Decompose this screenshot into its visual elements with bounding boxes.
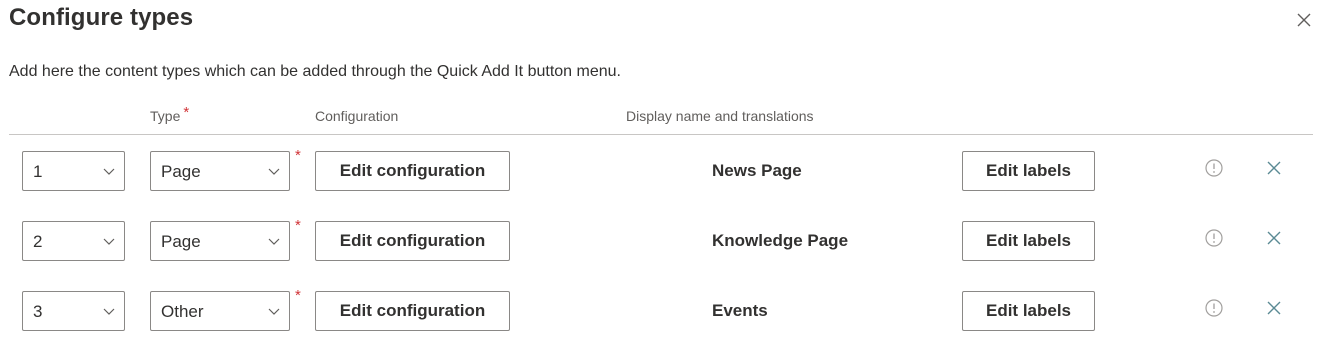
dialog-title: Configure types xyxy=(9,4,194,31)
delete-x-icon[interactable] xyxy=(1265,159,1283,177)
required-asterisk: * xyxy=(295,217,301,234)
chevron-down-icon xyxy=(103,238,115,245)
info-icon[interactable] xyxy=(1204,228,1224,248)
type-value: Other xyxy=(161,302,204,321)
chevron-down-icon xyxy=(268,308,280,315)
required-asterisk: * xyxy=(295,147,301,164)
order-dropdown[interactable]: 2 xyxy=(22,221,125,261)
info-icon[interactable] xyxy=(1204,298,1224,318)
column-header-display-name: Display name and translations xyxy=(626,108,814,124)
column-header-type: Type * xyxy=(150,104,189,125)
type-row: 3 Other * Edit configuration Events Edit… xyxy=(0,287,1321,331)
order-dropdown[interactable]: 3 xyxy=(22,291,125,331)
type-row: 1 Page * Edit configuration News Page Ed… xyxy=(0,147,1321,191)
edit-configuration-button[interactable]: Edit configuration xyxy=(315,221,510,261)
required-asterisk: * xyxy=(183,104,190,121)
chevron-down-icon xyxy=(268,238,280,245)
display-name: Events xyxy=(712,301,768,320)
close-icon[interactable] xyxy=(1294,10,1314,30)
display-name: Knowledge Page xyxy=(712,231,849,250)
info-icon[interactable] xyxy=(1204,158,1224,178)
display-name: News Page xyxy=(712,161,802,180)
chevron-down-icon xyxy=(103,308,115,315)
chevron-down-icon xyxy=(268,168,280,175)
edit-labels-button[interactable]: Edit labels xyxy=(962,151,1095,191)
order-dropdown[interactable]: 1 xyxy=(22,151,125,191)
type-dropdown[interactable]: Page xyxy=(150,151,290,191)
order-value: 2 xyxy=(33,232,43,251)
type-row: 2 Page * Edit configuration Knowledge Pa… xyxy=(0,217,1321,261)
type-header-label: Type xyxy=(150,108,181,124)
type-value: Page xyxy=(161,232,201,251)
order-value: 3 xyxy=(33,302,43,321)
column-header-configuration: Configuration xyxy=(315,108,399,124)
edit-configuration-button[interactable]: Edit configuration xyxy=(315,291,510,331)
required-asterisk: * xyxy=(295,287,301,304)
order-value: 1 xyxy=(33,162,43,181)
edit-configuration-button[interactable]: Edit configuration xyxy=(315,151,510,191)
edit-labels-button[interactable]: Edit labels xyxy=(962,291,1095,331)
delete-x-icon[interactable] xyxy=(1265,299,1283,317)
type-value: Page xyxy=(161,162,201,181)
chevron-down-icon xyxy=(103,168,115,175)
header-divider xyxy=(9,134,1313,135)
delete-x-icon[interactable] xyxy=(1265,229,1283,247)
edit-labels-button[interactable]: Edit labels xyxy=(962,221,1095,261)
type-dropdown[interactable]: Other xyxy=(150,291,290,331)
type-dropdown[interactable]: Page xyxy=(150,221,290,261)
dialog-description: Add here the content types which can be … xyxy=(9,63,621,80)
